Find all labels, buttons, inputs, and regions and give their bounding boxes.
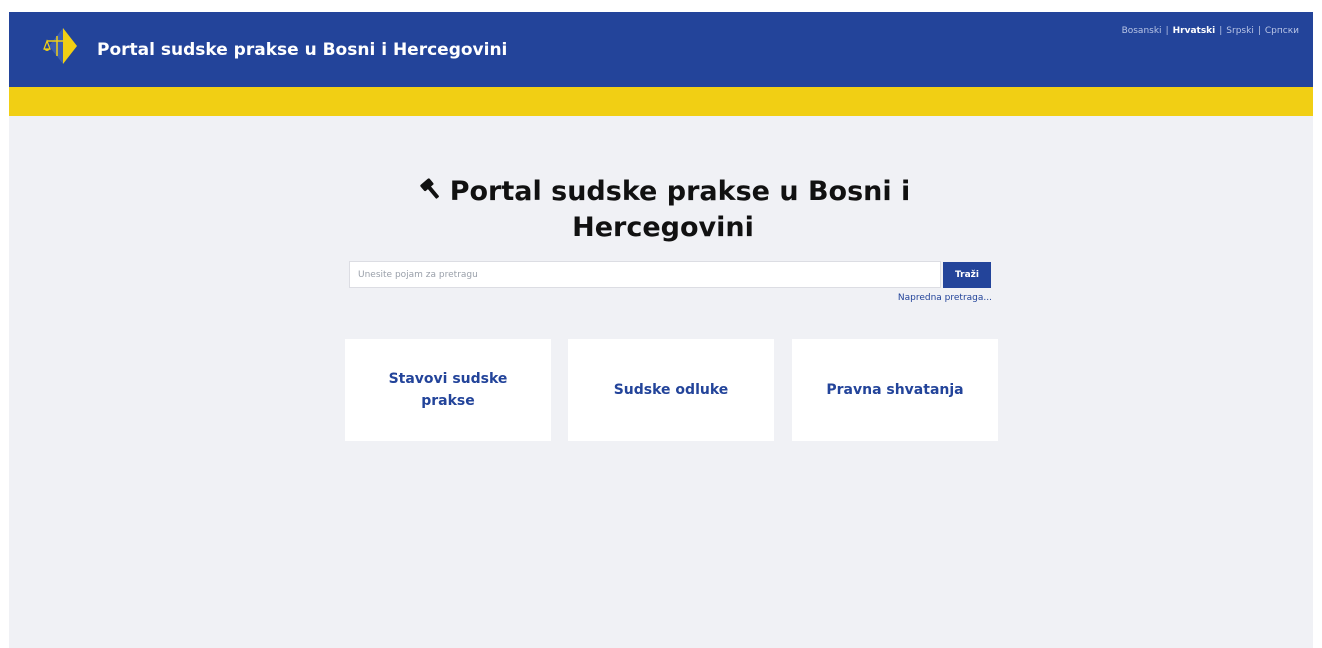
language-switcher: Bosanski | Hrvatski | Srpski | Српски <box>1122 26 1299 36</box>
lang-separator: | <box>1219 26 1223 36</box>
lang-separator: | <box>1257 26 1261 36</box>
card-stavovi-sudske-prakse[interactable]: Stavovi sudske prakse <box>345 339 551 441</box>
search-input[interactable] <box>349 261 941 288</box>
yellow-band <box>9 87 1313 116</box>
lang-bosanski[interactable]: Bosanski <box>1122 26 1162 36</box>
page-title: Portal sudske prakse u Bosni i Hercegovi… <box>383 174 943 246</box>
site-title[interactable]: Portal sudske prakse u Bosni i Hercegovi… <box>97 40 507 60</box>
card-sudske-odluke[interactable]: Sudske odluke <box>568 339 774 441</box>
lang-srpski[interactable]: Srpski <box>1226 26 1254 36</box>
site-header: Portal sudske prakse u Bosni i Hercegovi… <box>9 12 1313 87</box>
lang-hrvatski[interactable]: Hrvatski <box>1173 26 1216 36</box>
gavel-icon <box>420 178 439 199</box>
page-frame: Portal sudske prakse u Bosni i Hercegovi… <box>9 12 1313 648</box>
search-button[interactable]: Traži <box>943 262 991 288</box>
card-label: Pravna shvatanja <box>826 382 964 398</box>
lang-srpski-cyrillic[interactable]: Српски <box>1265 26 1299 36</box>
lang-separator: | <box>1165 26 1169 36</box>
card-label: Sudske odluke <box>613 382 729 398</box>
scales-logo-icon[interactable] <box>41 26 79 66</box>
page-title-text: Portal sudske prakse u Bosni i Hercegovi… <box>449 176 911 243</box>
advanced-search-link[interactable]: Napredna pretraga... <box>898 293 992 303</box>
card-label: Stavovi sudske prakse <box>388 371 508 409</box>
card-pravna-shvatanja[interactable]: Pravna shvatanja <box>792 339 998 441</box>
